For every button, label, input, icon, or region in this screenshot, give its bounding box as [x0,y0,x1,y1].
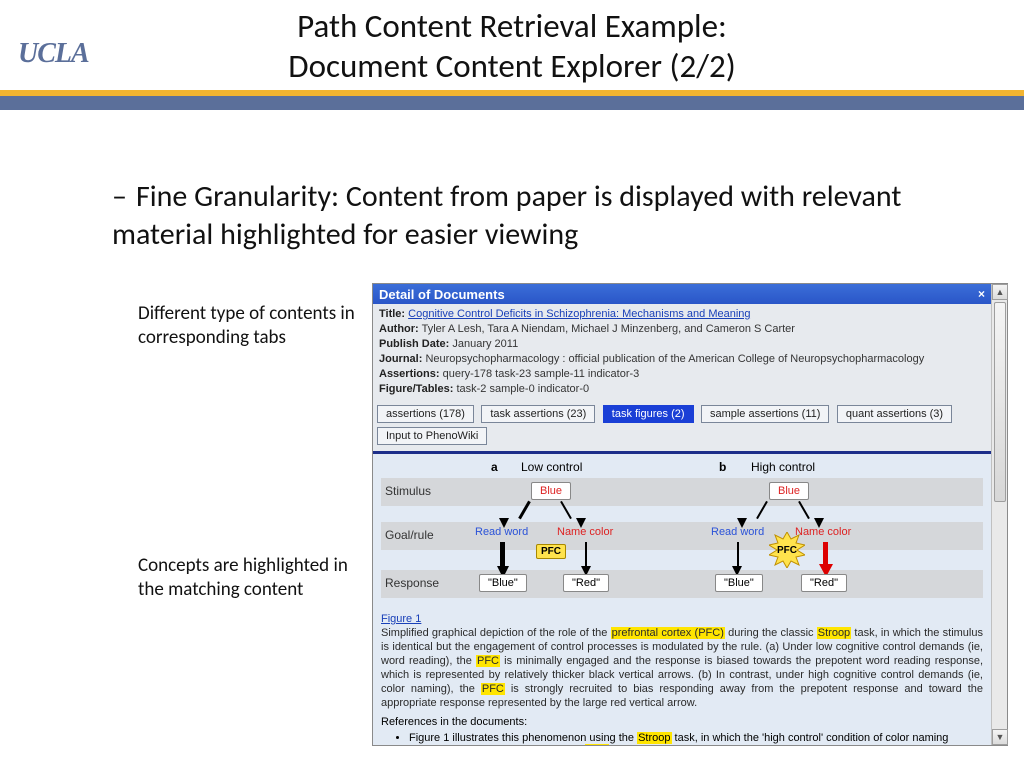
pfc-sun-icon: PFC [769,532,805,568]
scroll-thumb[interactable] [994,302,1006,502]
figure-label-high: High control [751,460,815,474]
resp-blue-right: "Blue" [715,574,763,592]
scrollbar[interactable]: ▲ ▼ [991,284,1007,745]
resp-blue-left: "Blue" [479,574,527,592]
row-response: Response [385,576,439,590]
figure-label-low: Low control [521,460,582,474]
figure-link[interactable]: Figure 1 [381,613,421,625]
row-goal: Goal/rule [385,528,434,542]
tab-assertions[interactable]: assertions (178) [377,405,474,423]
tab-input-phenowiki[interactable]: Input to PhenoWiki [377,427,487,445]
goal-read-right: Read word [711,526,764,538]
resp-red-right: "Red" [801,574,847,592]
detail-panel: ▲ ▼ Detail of Documents × Title: Cogniti… [372,283,1008,746]
annotation-tabs: Different type of contents in correspond… [138,302,358,350]
close-icon[interactable]: × [978,287,985,301]
doc-metadata: Title: Cognitive Control Deficits in Sch… [373,304,991,401]
figure-grid: Stimulus Goal/rule Response Blue Read wo… [381,478,983,608]
tab-bar: assertions (178) task assertions (23) ta… [373,401,991,451]
tab-sample-assertions[interactable]: sample assertions (11) [701,405,829,423]
slide-title: Path Content Retrieval Example: Document… [0,6,1024,86]
tab-quant-assertions[interactable]: quant assertions (3) [837,405,952,423]
tab-task-figures[interactable]: task figures (2) [603,405,694,423]
tab-task-assertions[interactable]: task assertions (23) [481,405,595,423]
figure-label-b: b [719,460,726,474]
pfc-box-left: PFC [536,544,566,559]
stim-blue-left: Blue [531,482,571,500]
row-stimulus: Stimulus [385,484,431,498]
scroll-up-icon[interactable]: ▲ [992,284,1008,300]
goal-read-left: Read word [475,526,528,538]
figure-label-a: a [491,460,498,474]
figure-area: a Low control b High control Stimulus Go… [373,451,991,745]
references-block: References in the documents: Figure 1 il… [381,716,983,745]
stim-blue-right: Blue [769,482,809,500]
goal-name-left: Name color [557,526,613,538]
divider-blue [0,96,1024,110]
annotation-highlight: Concepts are highlighted in the matching… [138,554,358,602]
figure-caption: Figure 1 Simplified graphical depiction … [381,612,983,710]
resp-red-left: "Red" [563,574,609,592]
scroll-down-icon[interactable]: ▼ [992,729,1008,745]
doc-title-link[interactable]: Cognitive Control Deficits in Schizophre… [408,308,750,320]
title-line-2: Document Content Explorer (2/2) [0,46,1024,86]
reference-item: Figure 1 illustrates this phenomenon usi… [409,732,983,745]
panel-title: Detail of Documents [379,287,505,302]
title-line-1: Path Content Retrieval Example: [0,6,1024,46]
bullet-text: –Fine Granularity: Content from paper is… [112,178,942,254]
